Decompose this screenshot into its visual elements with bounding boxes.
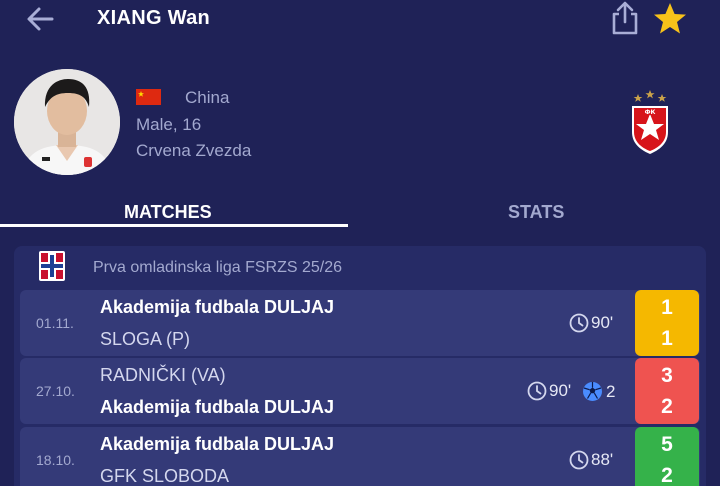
tab-stats[interactable]: STATS [508,202,564,223]
player-club: Crvena Zvezda [136,141,252,160]
match-row[interactable]: 27.10. RADNIČKI (VA) Akademija fudbala D… [20,358,700,424]
away-team: SLOGA (P) [100,329,191,349]
clock-icon [569,313,589,333]
away-team: GFK SLOBODA [100,466,230,486]
score-badge: 3 2 [635,358,699,424]
player-gender-age: Male, 16 [136,115,202,134]
back-arrow-icon[interactable] [24,2,58,36]
match-row[interactable]: 18.10. Akademija fudbala DULJAJ GFK SLOB… [20,427,700,486]
clock-icon [569,450,589,470]
svg-text:ФК: ФК [645,109,656,116]
goals-value: 2 [606,381,616,401]
score-away: 2 [661,395,673,418]
share-icon[interactable] [609,0,641,36]
score-away: 1 [661,327,673,350]
home-team: RADNIČKI (VA) [100,365,226,385]
home-team: Akademija fudbala DULJAJ [100,434,335,454]
minutes-value: 90' [591,313,614,332]
tab-bar: MATCHES STATS [0,196,720,230]
clock-icon [527,381,547,401]
active-tab-indicator [0,224,348,227]
league-logo-icon [38,250,66,282]
minutes-value: 88' [591,450,614,469]
favorite-star-icon[interactable] [652,2,688,36]
player-name-title: XIANG Wan [97,7,211,29]
match-date: 01.11. [36,315,74,331]
score-home: 3 [661,364,673,387]
score-home: 1 [661,296,673,319]
minutes-value: 90' [549,381,572,400]
minutes-played: 88' [569,450,613,470]
goals-scored: 2 [582,381,615,402]
away-team: Akademija fudbala DULJAJ [100,397,335,417]
minutes-played: 90' [569,313,613,333]
football-icon [583,382,602,401]
player-country: China [185,88,230,107]
score-badge: 5 2 [635,427,699,486]
minutes-played: 90' [527,381,571,401]
player-avatar [14,69,120,175]
score-badge: 1 1 [635,290,699,356]
top-bar: XIANG Wan [0,0,720,40]
match-date: 18.10. [36,452,75,468]
home-team: Akademija fudbala DULJAJ [100,297,335,317]
match-date: 27.10. [36,383,75,399]
league-name: Prva omladinska liga FSRZS 25/26 [93,259,342,276]
score-away: 2 [661,464,673,486]
club-crest-icon[interactable]: ФК [626,88,674,156]
score-home: 5 [661,433,673,456]
china-flag-icon [136,89,161,105]
match-row[interactable]: 01.11. Akademija fudbala DULJAJ SLOGA (P… [20,290,700,356]
tab-matches[interactable]: MATCHES [124,202,212,223]
